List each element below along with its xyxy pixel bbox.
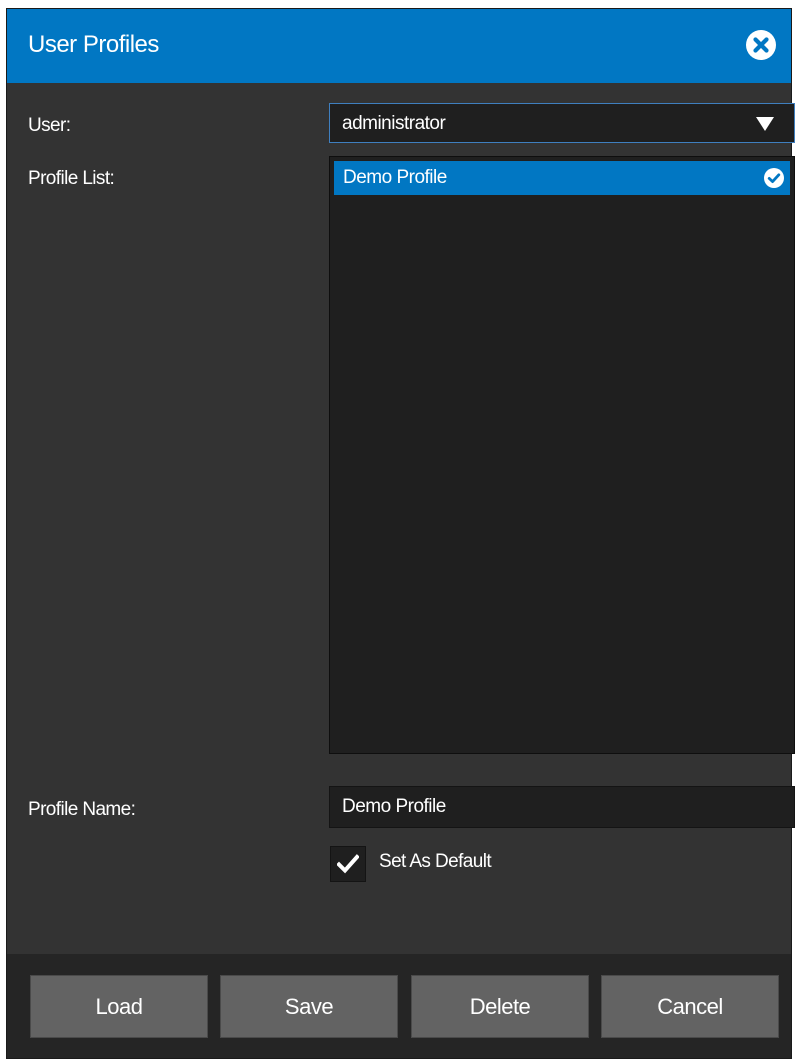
close-circle-icon [746,30,776,60]
caret-down-icon [756,117,774,131]
list-item-label: Demo Profile [343,167,447,188]
user-select[interactable]: administrator [329,103,795,143]
save-button[interactable]: Save [220,975,398,1038]
set-default-checkbox[interactable] [330,846,366,882]
set-default-label[interactable]: Set As Default [379,851,492,873]
dialog-footer: Load Save Delete Cancel [7,954,791,1058]
checkmark-icon [337,854,359,874]
check-circle-icon [764,168,784,188]
load-button[interactable]: Load [30,975,208,1038]
delete-button[interactable]: Delete [411,975,589,1038]
user-select-value: administrator [342,113,446,134]
user-profiles-dialog: User Profiles User: administrator Profil… [6,8,795,1059]
profile-list[interactable]: Demo Profile [329,156,795,754]
profile-name-input[interactable] [329,786,795,828]
dialog-title: User Profiles [28,31,159,58]
cancel-button[interactable]: Cancel [601,975,779,1038]
dialog-titlebar: User Profiles [7,9,791,83]
profile-list-label: Profile List: [28,168,115,189]
user-label: User: [28,115,71,136]
profile-list-item-selected[interactable]: Demo Profile [334,161,790,195]
close-button[interactable] [745,29,777,61]
profile-name-label: Profile Name: [28,799,136,820]
